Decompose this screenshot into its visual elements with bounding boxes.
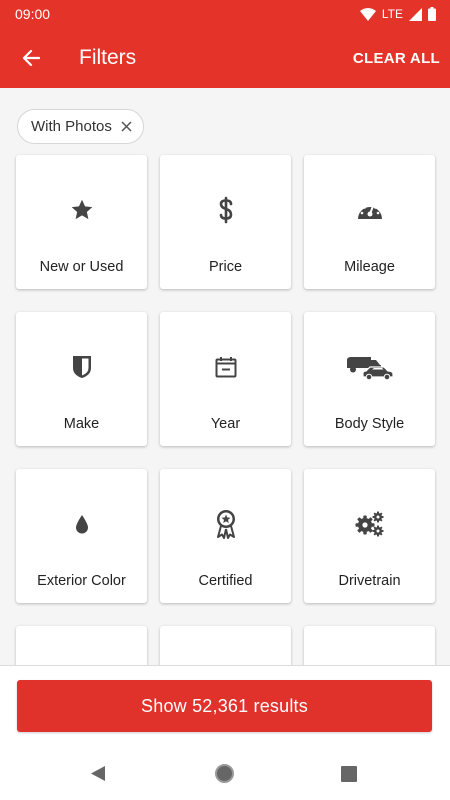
dollar-icon — [219, 196, 232, 224]
vehicles-icon — [346, 357, 394, 380]
network-type: LTE — [381, 7, 403, 21]
show-results-button[interactable]: Show 52,361 results — [17, 680, 432, 732]
gears-icon — [355, 511, 383, 537]
nav-back-icon[interactable] — [90, 765, 106, 782]
filter-card-drivetrain[interactable]: Drivetrain — [304, 469, 435, 603]
filter-label: Certified — [198, 573, 253, 589]
filter-card-body-style[interactable]: Body Style — [304, 312, 435, 446]
filter-label: Mileage — [344, 259, 395, 275]
close-icon[interactable] — [121, 121, 133, 133]
filter-card-more[interactable] — [160, 626, 291, 665]
chip-label: With Photos — [31, 118, 112, 135]
status-bar: 09:00 LTE — [0, 0, 450, 28]
filter-card-mileage[interactable]: Mileage — [304, 155, 435, 289]
star-icon — [71, 199, 92, 220]
filter-label: Year — [210, 416, 241, 432]
filter-card-new-or-used[interactable]: New or Used — [16, 155, 147, 289]
nav-home-icon[interactable] — [214, 763, 235, 784]
filter-card-certified[interactable]: Certified — [160, 469, 291, 603]
system-nav-bar — [0, 738, 450, 800]
shield-icon — [72, 356, 91, 378]
clear-all-button[interactable]: CLEAR ALL — [353, 50, 440, 67]
calendar-icon — [215, 357, 236, 378]
filter-label: Drivetrain — [338, 573, 401, 589]
app-header: 09:00 LTE Filters CLEAR ALL — [0, 0, 450, 88]
filter-label: Make — [63, 416, 100, 432]
filter-card-make[interactable]: Make — [16, 312, 147, 446]
results-bar: Show 52,361 results — [0, 666, 450, 738]
chip-with-photos[interactable]: With Photos — [17, 109, 144, 144]
filter-card-more[interactable] — [304, 626, 435, 665]
filter-label: Exterior Color — [37, 573, 126, 589]
arrow-left-icon — [22, 49, 40, 67]
filter-label: Price — [208, 259, 243, 275]
app-bar: Filters CLEAR ALL — [0, 28, 450, 88]
speedometer-icon — [357, 203, 382, 219]
filter-grid: New or Used Price Mileage Make Year Body… — [16, 155, 435, 665]
filter-label: New or Used — [39, 259, 124, 275]
filter-card-year[interactable]: Year — [160, 312, 291, 446]
page-title: Filters — [79, 46, 137, 69]
battery-icon — [428, 7, 436, 21]
filter-label: Body Style — [334, 416, 405, 432]
drop-icon — [75, 515, 88, 534]
status-time: 09:00 — [15, 6, 51, 22]
filter-card-price[interactable]: Price — [160, 155, 291, 289]
status-icons: LTE — [359, 7, 436, 21]
filter-card-more[interactable] — [16, 626, 147, 665]
signal-icon — [409, 7, 422, 21]
back-button[interactable] — [16, 43, 46, 73]
filters-content: With Photos New or Used Price Mileage Ma… — [0, 88, 450, 665]
award-icon — [216, 510, 235, 539]
wifi-icon — [359, 7, 376, 21]
filter-card-exterior-color[interactable]: Exterior Color — [16, 469, 147, 603]
nav-recents-icon[interactable] — [341, 766, 357, 782]
